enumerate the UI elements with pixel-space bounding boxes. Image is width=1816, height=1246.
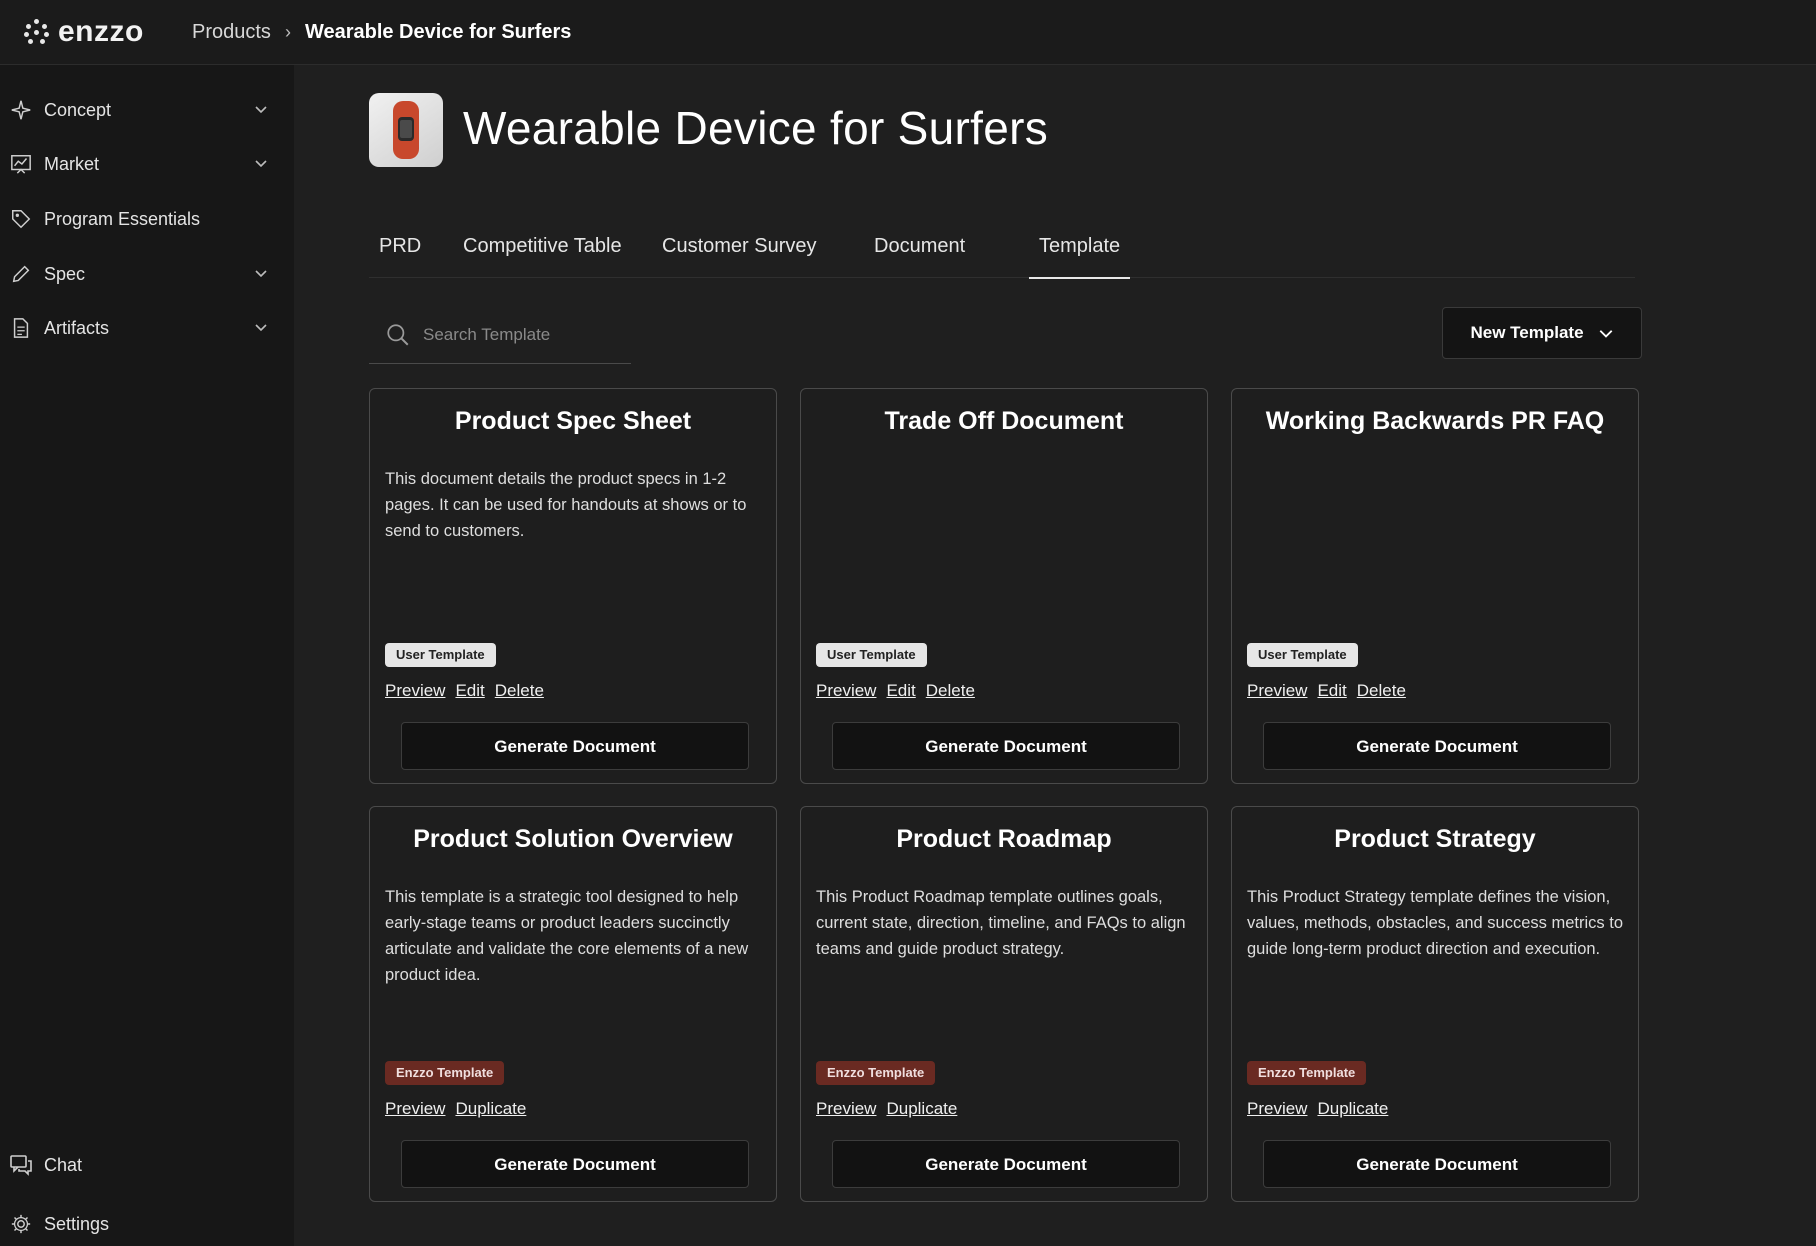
product-image <box>369 93 443 167</box>
chevron-down-icon <box>254 102 268 121</box>
card-links: Preview Duplicate <box>385 1099 536 1119</box>
card-description: This Product Strategy template defines t… <box>1247 888 1624 958</box>
template-card-trade-off-document: Trade Off Document User Template Preview… <box>800 388 1208 784</box>
card-description: This document details the product specs … <box>385 470 747 540</box>
delete-link[interactable]: Delete <box>1357 681 1406 700</box>
logo-dots-icon <box>24 19 50 45</box>
enzzo-template-badge: Enzzo Template <box>385 1061 505 1085</box>
search-input[interactable] <box>421 324 625 346</box>
document-icon <box>9 316 33 340</box>
preview-link[interactable]: Preview <box>1247 1099 1307 1118</box>
user-template-badge: User Template <box>1247 643 1358 667</box>
chevron-down-icon <box>254 320 268 339</box>
preview-link[interactable]: Preview <box>385 1099 445 1118</box>
template-card-product-solution-overview: Product Solution Overview This template … <box>369 806 777 1202</box>
new-template-button[interactable]: New Template <box>1442 307 1642 359</box>
generate-document-button[interactable]: Generate Document <box>832 1140 1180 1188</box>
sidebar-item-label: Spec <box>44 263 86 284</box>
sidebar-item-chat[interactable]: Chat <box>0 1145 294 1185</box>
tab-customer-survey[interactable]: Customer Survey <box>662 229 817 277</box>
page-title: Wearable Device for Surfers <box>463 102 1049 154</box>
card-links: Preview Edit Delete <box>1247 681 1416 701</box>
sidebar-item-label: Chat <box>44 1154 83 1175</box>
search-icon <box>385 322 411 348</box>
card-title: Product Strategy <box>1334 825 1536 853</box>
sidebar-item-label: Settings <box>44 1213 110 1234</box>
duplicate-link[interactable]: Duplicate <box>455 1099 526 1118</box>
sidebar-item-label: Concept <box>44 99 112 120</box>
search-box <box>369 307 631 364</box>
sidebar-item-label: Program Essentials <box>44 208 201 229</box>
sidebar-item-label: Artifacts <box>44 317 110 338</box>
template-card-product-strategy: Product Strategy This Product Strategy t… <box>1231 806 1639 1202</box>
template-card-product-spec-sheet: Product Spec Sheet This document details… <box>369 388 777 784</box>
chart-board-icon <box>9 152 33 176</box>
card-title: Working Backwards PR FAQ <box>1265 407 1605 435</box>
preview-link[interactable]: Preview <box>816 681 876 700</box>
tab-competitive-table[interactable]: Competitive Table <box>463 229 622 277</box>
tab-template[interactable]: Template <box>1029 229 1131 279</box>
generate-document-button[interactable]: Generate Document <box>401 722 749 770</box>
top-bar: enzzo Products › Wearable Device for Sur… <box>0 0 1816 65</box>
tag-icon <box>9 207 33 231</box>
generate-document-button[interactable]: Generate Document <box>1263 1140 1611 1188</box>
tab-document[interactable]: Document <box>874 229 965 277</box>
sparkle-icon <box>9 98 33 122</box>
breadcrumb-current: Wearable Device for Surfers <box>304 20 572 43</box>
sidebar-item-market[interactable]: Market <box>0 144 294 184</box>
delete-link[interactable]: Delete <box>495 681 544 700</box>
user-template-badge: User Template <box>816 643 927 667</box>
user-template-badge: User Template <box>385 643 496 667</box>
app-name: enzzo <box>58 15 144 48</box>
chevron-down-icon <box>254 266 268 285</box>
breadcrumb-products[interactable]: Products <box>192 21 271 44</box>
breadcrumb-separator: › <box>284 21 291 42</box>
preview-link[interactable]: Preview <box>1247 681 1307 700</box>
card-title: Product Roadmap <box>896 825 1112 853</box>
duplicate-link[interactable]: Duplicate <box>1317 1099 1388 1118</box>
new-template-label: New Template <box>1470 323 1584 342</box>
tab-prd[interactable]: PRD <box>379 229 421 277</box>
edit-link[interactable]: Edit <box>455 681 484 700</box>
chevron-down-icon <box>254 156 268 175</box>
card-links: Preview Duplicate <box>1247 1099 1398 1119</box>
template-card-working-backwards-pr-faq: Working Backwards PR FAQ User Template P… <box>1231 388 1639 784</box>
main-content: Wearable Device for Surfers PRD Competit… <box>294 65 1816 1246</box>
sidebar-item-artifacts[interactable]: Artifacts <box>0 308 294 348</box>
app-logo[interactable]: enzzo <box>24 15 192 49</box>
generate-document-button[interactable]: Generate Document <box>1263 722 1611 770</box>
sidebar-item-settings[interactable]: Settings <box>0 1204 294 1244</box>
card-title: Product Spec Sheet <box>454 407 692 435</box>
edit-link[interactable]: Edit <box>886 681 915 700</box>
preview-link[interactable]: Preview <box>816 1099 876 1118</box>
chevron-down-icon <box>1598 325 1614 341</box>
gear-icon <box>9 1212 33 1236</box>
preview-link[interactable]: Preview <box>385 681 445 700</box>
sidebar-item-program-essentials[interactable]: Program Essentials <box>0 199 294 239</box>
sidebar-item-spec[interactable]: Spec <box>0 254 294 294</box>
card-links: Preview Edit Delete <box>385 681 554 701</box>
sidebar-item-label: Market <box>44 153 100 174</box>
card-links: Preview Duplicate <box>816 1099 967 1119</box>
enzzo-template-badge: Enzzo Template <box>1247 1061 1367 1085</box>
duplicate-link[interactable]: Duplicate <box>886 1099 957 1118</box>
card-title: Product Solution Overview <box>413 825 733 853</box>
generate-document-button[interactable]: Generate Document <box>832 722 1180 770</box>
template-card-product-roadmap: Product Roadmap This Product Roadmap tem… <box>800 806 1208 1202</box>
enzzo-template-badge: Enzzo Template <box>816 1061 936 1085</box>
tab-bar: PRD Competitive Table Customer Survey Do… <box>369 229 1635 279</box>
edit-link[interactable]: Edit <box>1317 681 1346 700</box>
card-description: This template is a strategic tool design… <box>385 888 749 984</box>
delete-link[interactable]: Delete <box>926 681 975 700</box>
card-links: Preview Edit Delete <box>816 681 985 701</box>
card-description: This Product Roadmap template outlines g… <box>816 888 1186 958</box>
card-title: Trade Off Document <box>884 407 1124 435</box>
sidebar-item-concept[interactable]: Concept <box>0 90 294 130</box>
sidebar: Concept Market Program Essentials Spec A… <box>0 65 294 1246</box>
pencil-icon <box>9 262 33 286</box>
generate-document-button[interactable]: Generate Document <box>401 1140 749 1188</box>
chat-icon <box>9 1153 33 1177</box>
